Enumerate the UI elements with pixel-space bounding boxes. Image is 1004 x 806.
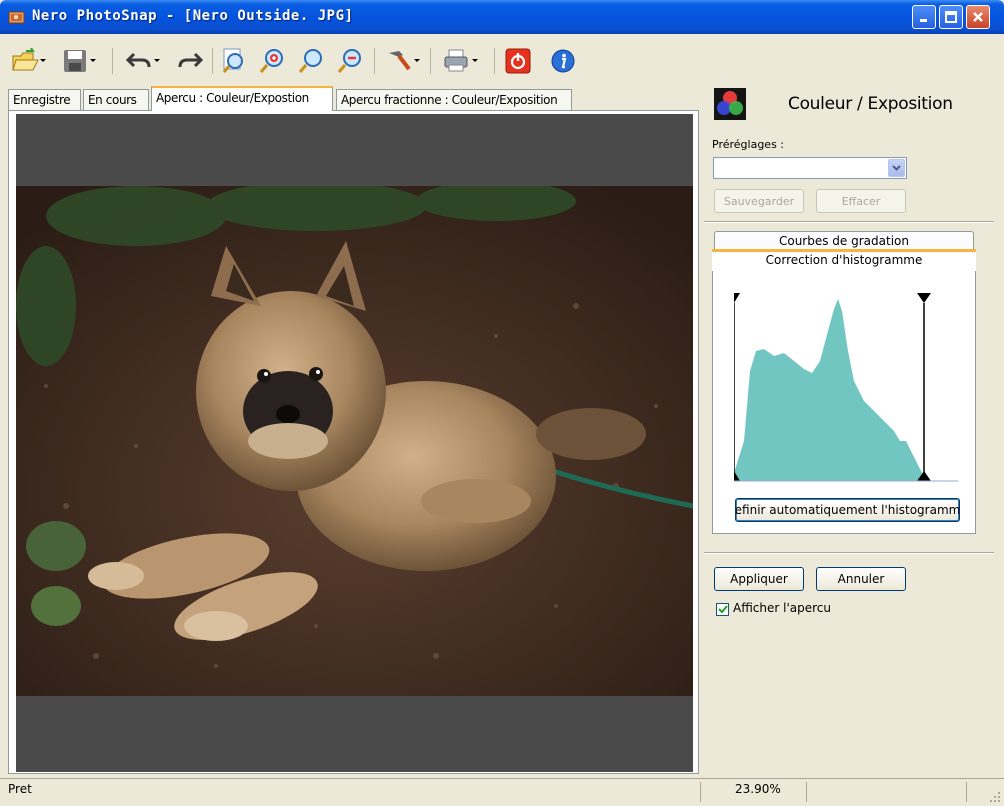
- maximize-button[interactable]: [939, 5, 963, 29]
- undo-button[interactable]: [124, 46, 160, 76]
- cancel-button[interactable]: Annuler: [816, 567, 906, 591]
- status-bar: Pret 23.90%: [0, 778, 1004, 806]
- status-text: Pret: [8, 782, 32, 796]
- tab-saved[interactable]: Enregistre: [8, 89, 81, 110]
- clear-preset-button[interactable]: Effacer: [816, 189, 906, 213]
- print-icon: [444, 49, 468, 72]
- color-exposure-icon: [714, 88, 746, 120]
- zoom-out-icon: [337, 49, 361, 73]
- save-preset-button[interactable]: Sauvegarder: [714, 189, 804, 213]
- save-button[interactable]: [60, 46, 96, 76]
- open-button[interactable]: [10, 46, 46, 76]
- white-point-top-handle: [917, 293, 931, 303]
- undo-icon: [126, 52, 151, 68]
- tab-histogram-correction[interactable]: Correction d'histogramme: [712, 249, 976, 271]
- presets-label: Préréglages :: [712, 138, 784, 151]
- title-bar[interactable]: Nero PhotoSnap - [Nero Outside. JPG]: [0, 0, 1004, 34]
- redo-button[interactable]: [175, 46, 205, 76]
- open-icon: [12, 48, 39, 71]
- histogram-chart[interactable]: [728, 291, 958, 489]
- tools-icon: [389, 51, 411, 71]
- tools-button[interactable]: [384, 46, 420, 76]
- print-button[interactable]: [442, 46, 478, 76]
- close-icon: [973, 12, 983, 22]
- checkmark-icon: [717, 605, 728, 614]
- maximize-icon: [945, 11, 957, 23]
- puppy-photo: [16, 186, 693, 696]
- black-point-top-handle: [728, 293, 740, 303]
- preview-panel: [8, 110, 699, 774]
- auto-histogram-button[interactable]: efinir automatiquement l'histogramm: [735, 498, 960, 522]
- preview-canvas[interactable]: [16, 114, 693, 772]
- zoom-fit-icon: [222, 48, 243, 73]
- divider: [704, 552, 994, 554]
- window-title: Nero PhotoSnap - [Nero Outside. JPG]: [32, 8, 354, 24]
- show-preview-checkbox[interactable]: [716, 603, 729, 616]
- zoom-button[interactable]: [296, 46, 326, 76]
- divider: [704, 221, 994, 223]
- panel-title: Couleur / Exposition: [788, 94, 953, 114]
- minimize-icon: [920, 19, 927, 22]
- zoom-level: 23.90%: [735, 782, 781, 796]
- toolbar: [0, 36, 1004, 84]
- resize-grip-icon[interactable]: [988, 790, 1002, 804]
- presets-dropdown[interactable]: [713, 157, 907, 179]
- tab-split-preview[interactable]: Apercu fractionne : Couleur/Exposition: [336, 89, 572, 110]
- power-icon: [505, 48, 531, 74]
- info-button[interactable]: [548, 46, 578, 76]
- show-preview-label[interactable]: Afficher l'apercu: [733, 601, 831, 615]
- photo-preview[interactable]: [16, 186, 693, 696]
- zoom-in-button[interactable]: [257, 46, 287, 76]
- tab-gradation-curves[interactable]: Courbes de gradation: [714, 231, 974, 251]
- redo-icon: [178, 52, 203, 68]
- close-button[interactable]: [966, 5, 990, 29]
- app-icon: [8, 11, 25, 24]
- apply-button[interactable]: Appliquer: [714, 567, 804, 591]
- tab-in-progress[interactable]: En cours: [83, 89, 149, 110]
- zoom-out-button[interactable]: [335, 46, 365, 76]
- exit-button[interactable]: [503, 46, 533, 76]
- color-exposure-panel: Couleur / Exposition Préréglages : Sauve…: [704, 86, 994, 776]
- zoom-fit-button[interactable]: [220, 46, 250, 76]
- tab-preview-color-exposure[interactable]: Apercu : Couleur/Expostion: [151, 86, 333, 111]
- save-icon: [64, 50, 86, 72]
- info-icon: [551, 49, 575, 73]
- minimize-button[interactable]: [912, 5, 936, 29]
- zoom-icon: [298, 49, 322, 73]
- zoom-in-icon: [259, 49, 283, 73]
- chevron-down-icon[interactable]: [888, 159, 905, 177]
